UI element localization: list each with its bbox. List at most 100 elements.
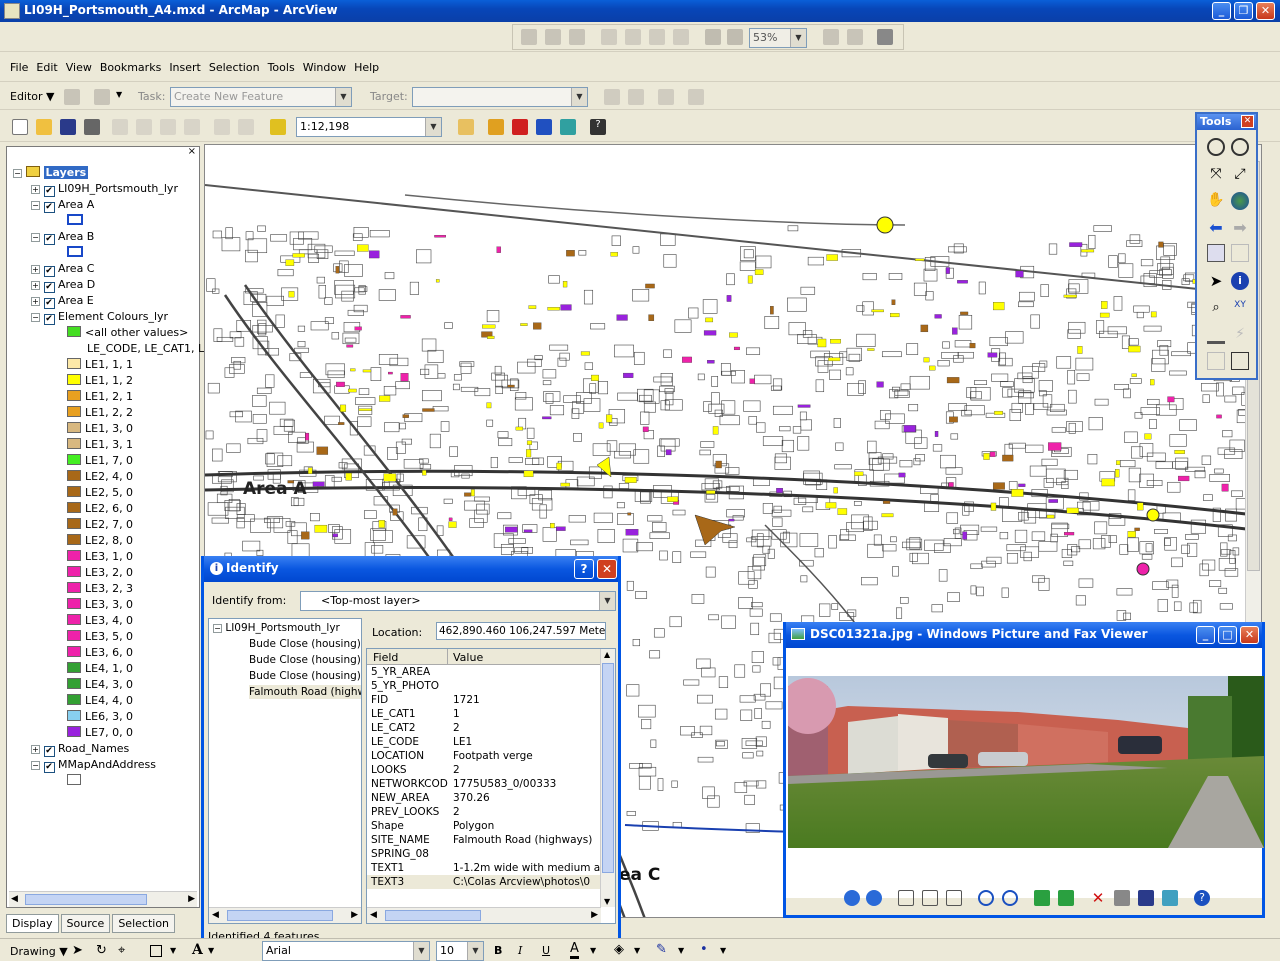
- chevron-down-icon[interactable]: ▼: [590, 946, 596, 955]
- help-icon[interactable]: ?: [1194, 890, 1210, 906]
- split-tool-icon[interactable]: [604, 89, 620, 105]
- tab-source[interactable]: Source: [60, 914, 111, 933]
- scroll-down-icon[interactable]: ▼: [604, 897, 610, 906]
- map-scale-combo[interactable]: 1:12,198 ▼: [296, 117, 442, 137]
- scroll-right-icon[interactable]: ▶: [351, 910, 358, 920]
- arccatalog-icon[interactable]: [512, 119, 528, 135]
- toc-hscroll[interactable]: ◀ ▶: [9, 891, 197, 907]
- rotate-clockwise-icon[interactable]: [1034, 890, 1050, 906]
- back-extent-icon[interactable]: [705, 29, 721, 45]
- scroll-thumb[interactable]: [227, 910, 333, 921]
- chevron-down-icon[interactable]: ▼: [116, 90, 122, 99]
- zoom-to-element-icon[interactable]: ⌖: [118, 943, 125, 958]
- scroll-thumb[interactable]: [385, 910, 481, 921]
- save-icon[interactable]: [1138, 890, 1154, 906]
- close-icon[interactable]: ✕: [597, 559, 617, 579]
- sketch-tool-icon[interactable]: [94, 89, 110, 105]
- chevron-down-icon[interactable]: ▼: [413, 942, 429, 960]
- toc-legend-item[interactable]: LE7, 0, 0: [67, 725, 133, 741]
- expand-icon[interactable]: +: [31, 265, 40, 274]
- italic-button[interactable]: I: [518, 944, 522, 957]
- select-features-icon[interactable]: [1207, 244, 1225, 262]
- chevron-down-icon[interactable]: ▼: [720, 946, 726, 955]
- toc-legend-item[interactable]: LE3, 4, 0: [67, 613, 133, 629]
- chevron-down-icon[interactable]: ▼: [170, 946, 176, 955]
- collapse-icon[interactable]: −: [13, 169, 22, 178]
- chevron-down-icon[interactable]: ▼: [335, 88, 351, 106]
- new-document-icon[interactable]: [12, 119, 28, 135]
- toc-legend-item[interactable]: LE3, 6, 0: [67, 645, 133, 661]
- layer-visibility-checkbox[interactable]: ✔: [43, 234, 55, 245]
- layer-visibility-checkbox[interactable]: ✔: [43, 202, 55, 213]
- forward-extent-icon[interactable]: [727, 29, 743, 45]
- table-row[interactable]: Shape Polygon: [367, 819, 601, 833]
- minimize-button[interactable]: _: [1196, 626, 1215, 644]
- menu-selection[interactable]: Selection: [205, 54, 264, 82]
- toc-symbol-2[interactable]: [67, 245, 87, 261]
- rectangle-tool-icon[interactable]: [150, 945, 162, 957]
- layer-visibility-checkbox[interactable]: ✔: [43, 746, 55, 757]
- toggle-draft-icon[interactable]: [823, 29, 839, 45]
- table-row[interactable]: LE_CODE LE1: [367, 735, 601, 749]
- line-color-icon[interactable]: ✎: [656, 942, 667, 957]
- change-layout-icon[interactable]: [877, 29, 893, 45]
- table-row[interactable]: FID 1721: [367, 693, 601, 707]
- toc-legend-item[interactable]: LE1, 3, 1: [67, 437, 133, 453]
- sketch-properties-icon[interactable]: [688, 89, 704, 105]
- grid-hscroll[interactable]: ◀ ▶: [367, 907, 601, 923]
- grid-vscroll[interactable]: ▲ ▼: [600, 649, 615, 907]
- html-popup-icon[interactable]: [1207, 352, 1225, 370]
- menu-view[interactable]: View: [62, 54, 96, 82]
- underline-button[interactable]: U: [542, 944, 550, 957]
- toc-layer-8[interactable]: − ✔ MMapAndAddress: [31, 757, 156, 773]
- go-to-xy-icon[interactable]: XY: [1231, 300, 1249, 318]
- print-icon[interactable]: [84, 119, 100, 135]
- menu-window[interactable]: Window: [299, 54, 350, 82]
- save-icon[interactable]: [60, 119, 76, 135]
- drawing-menu-button[interactable]: Drawing ▼: [10, 945, 68, 958]
- collapse-icon[interactable]: −: [31, 201, 40, 210]
- scroll-thumb[interactable]: [25, 894, 147, 905]
- scroll-right-icon[interactable]: ▶: [188, 894, 195, 904]
- find-binoculars-icon[interactable]: ⌕: [1207, 300, 1225, 318]
- tree-item[interactable]: Falmouth Road (highwa: [249, 685, 361, 699]
- toc-layer-2[interactable]: − ✔ Area B: [31, 229, 94, 245]
- chevron-down-icon[interactable]: ▼: [790, 29, 806, 47]
- table-row[interactable]: TEXT1 1-1.2m wide with medium and: [367, 861, 614, 875]
- model-builder-icon[interactable]: [560, 119, 576, 135]
- rotate-icon[interactable]: ↻: [96, 943, 107, 958]
- chevron-down-icon[interactable]: ▼: [208, 946, 214, 955]
- table-row[interactable]: TEXT3 C:\Colas Arcview\photos\0: [367, 875, 601, 889]
- menu-help[interactable]: Help: [350, 54, 383, 82]
- font-combo[interactable]: Arial ▼: [262, 941, 430, 961]
- toc-symbol-1[interactable]: [67, 213, 87, 229]
- table-row[interactable]: 5_YR_PHOTO: [367, 679, 601, 693]
- copy-icon[interactable]: [136, 119, 152, 135]
- select-elements-arrow-icon[interactable]: ➤: [1207, 272, 1225, 290]
- back-arrow-icon[interactable]: ⬅: [1207, 218, 1225, 237]
- tab-display[interactable]: Display: [6, 914, 59, 933]
- best-fit-icon[interactable]: [898, 890, 914, 906]
- toc-legend-item[interactable]: LE2, 7, 0: [67, 517, 133, 533]
- edit-image-icon[interactable]: [1162, 890, 1178, 906]
- clear-selection-icon[interactable]: [1231, 244, 1249, 262]
- next-image-icon[interactable]: [866, 890, 882, 906]
- collapse-icon[interactable]: −: [31, 233, 40, 242]
- toc-legend-item[interactable]: LE1, 7, 0: [67, 453, 133, 469]
- chevron-down-icon[interactable]: ▼: [678, 946, 684, 955]
- toc-legend-item[interactable]: LE3, 2, 3: [67, 581, 133, 597]
- fill-color-icon[interactable]: ◈: [614, 942, 624, 957]
- editor-toolbar-icon[interactable]: [458, 119, 474, 135]
- table-row[interactable]: LE_CAT2 2: [367, 721, 601, 735]
- toc-layer-7[interactable]: + ✔ Road_Names: [31, 741, 129, 757]
- cut-icon[interactable]: [112, 119, 128, 135]
- layer-visibility-checkbox[interactable]: ✔: [43, 282, 55, 293]
- expand-icon[interactable]: +: [31, 297, 40, 306]
- zoom-in-icon[interactable]: [1207, 138, 1225, 156]
- help-icon[interactable]: ?: [574, 559, 594, 579]
- delete-icon[interactable]: [184, 119, 200, 135]
- menu-insert[interactable]: Insert: [165, 54, 205, 82]
- toc-legend-item[interactable]: LE4, 3, 0: [67, 677, 133, 693]
- menu-bookmarks[interactable]: Bookmarks: [96, 54, 165, 82]
- print-icon[interactable]: [1114, 890, 1130, 906]
